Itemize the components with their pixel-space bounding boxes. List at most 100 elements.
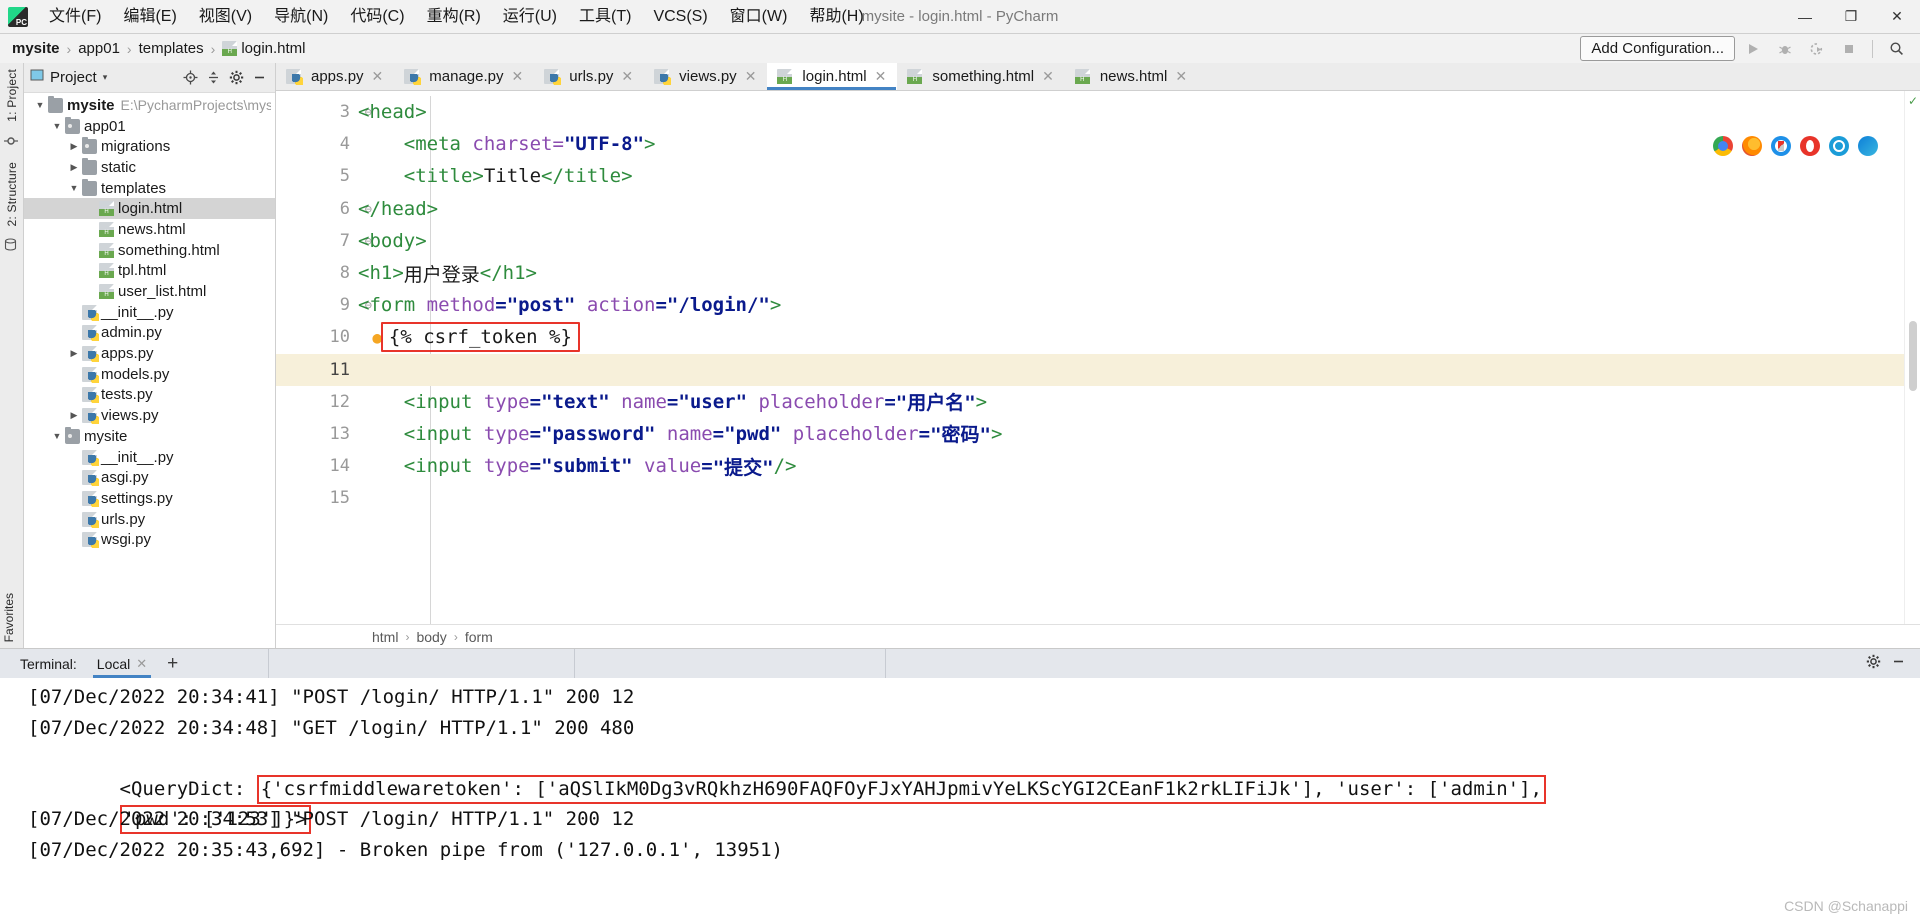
tree-item-something-html[interactable]: something.html bbox=[24, 240, 275, 261]
opera-icon[interactable] bbox=[1800, 136, 1820, 156]
run-with-coverage-icon[interactable] bbox=[1803, 37, 1831, 61]
tree-item-tests-py[interactable]: tests.py bbox=[24, 385, 275, 406]
editor-tab-manage-py[interactable]: manage.py✕ bbox=[394, 63, 534, 90]
menu-view[interactable]: 视图(V) bbox=[188, 3, 263, 31]
gutter-line-8[interactable]: 8 bbox=[276, 257, 358, 289]
close-icon[interactable]: ✕ bbox=[621, 68, 633, 85]
settings-icon[interactable] bbox=[226, 68, 246, 88]
debug-icon[interactable] bbox=[1771, 37, 1799, 61]
tree-item--init-py[interactable]: __init__.py bbox=[24, 447, 275, 468]
chevron-down-icon[interactable]: ▾ bbox=[103, 72, 108, 83]
code-line-4[interactable]: <meta charset="UTF-8"> bbox=[358, 128, 1904, 160]
chevron-right-icon[interactable]: ▶ bbox=[66, 162, 82, 173]
terminal-tab-local[interactable]: Local ✕ bbox=[91, 649, 153, 678]
tree-item-user-list-html[interactable]: user_list.html bbox=[24, 281, 275, 302]
code-line-3[interactable]: <head> bbox=[358, 96, 1904, 128]
gutter-line-4[interactable]: 4 bbox=[276, 128, 358, 160]
chevron-down-icon[interactable]: ▼ bbox=[49, 121, 65, 131]
status-crumb-form[interactable]: form bbox=[465, 629, 493, 645]
tree-item-login-html[interactable]: login.html bbox=[24, 198, 275, 219]
code-editor[interactable]: <head> <meta charset="UTF-8"> <title>Tit… bbox=[358, 91, 1904, 624]
stop-icon[interactable] bbox=[1835, 37, 1863, 61]
tree-item-news-html[interactable]: news.html bbox=[24, 219, 275, 240]
tree-item--init-py[interactable]: __init__.py bbox=[24, 302, 275, 323]
minimize-button[interactable]: — bbox=[1782, 0, 1828, 33]
chevron-right-icon[interactable]: ▶ bbox=[66, 141, 82, 152]
code-line-15[interactable] bbox=[358, 482, 1904, 514]
firefox-icon[interactable] bbox=[1742, 136, 1762, 156]
code-line-9[interactable]: <form method="post" action="/login/"> bbox=[358, 289, 1904, 321]
menu-help[interactable]: 帮助(H) bbox=[798, 3, 874, 31]
hide-icon[interactable] bbox=[249, 68, 269, 88]
editor-right-rail[interactable]: ✓ bbox=[1904, 91, 1920, 624]
maximize-button[interactable]: ❐ bbox=[1828, 0, 1874, 33]
hide-icon[interactable] bbox=[1891, 654, 1906, 674]
menu-refactor[interactable]: 重构(R) bbox=[416, 3, 492, 31]
close-icon[interactable]: ✕ bbox=[1042, 68, 1054, 85]
menu-run[interactable]: 运行(U) bbox=[492, 3, 568, 31]
rail-project-button[interactable]: 1: Project bbox=[5, 63, 19, 128]
tree-item-mysite[interactable]: ▼mysite bbox=[24, 426, 275, 447]
editor-tab-views-py[interactable]: views.py✕ bbox=[644, 63, 767, 90]
chevron-down-icon[interactable]: ▼ bbox=[66, 183, 82, 193]
gutter-line-13[interactable]: 13 bbox=[276, 418, 358, 450]
close-icon[interactable]: ✕ bbox=[745, 68, 757, 85]
close-icon[interactable]: ✕ bbox=[512, 68, 524, 85]
gutter-line-5[interactable]: 5 bbox=[276, 160, 358, 192]
tree-item-migrations[interactable]: ▶migrations bbox=[24, 136, 275, 157]
gutter-line-15[interactable]: 15 bbox=[276, 482, 358, 514]
chevron-right-icon[interactable]: ▶ bbox=[66, 410, 82, 421]
code-line-11[interactable] bbox=[358, 354, 1904, 386]
editor-tab-login-html[interactable]: login.html✕ bbox=[767, 63, 897, 90]
edge-icon[interactable] bbox=[1858, 136, 1878, 156]
tree-item-app01[interactable]: ▼app01 bbox=[24, 116, 275, 137]
editor-gutter[interactable]: ⊖345⊖6⊖78⊖9●101112131415 bbox=[276, 91, 358, 624]
menu-file[interactable]: 文件(F) bbox=[38, 3, 112, 31]
menu-window[interactable]: 窗口(W) bbox=[719, 3, 799, 31]
editor-scrollbar-thumb[interactable] bbox=[1909, 321, 1917, 391]
breadcrumb-app01[interactable]: app01 bbox=[78, 40, 120, 57]
code-line-12[interactable]: <input type="text" name="user" placehold… bbox=[358, 386, 1904, 418]
tree-item-apps-py[interactable]: ▶apps.py bbox=[24, 343, 275, 364]
breadcrumb-templates[interactable]: templates bbox=[139, 40, 204, 57]
editor-tab-something-html[interactable]: something.html✕ bbox=[897, 63, 1064, 90]
menu-vcs[interactable]: VCS(S) bbox=[642, 3, 718, 31]
editor-tab-urls-py[interactable]: urls.py✕ bbox=[534, 63, 644, 90]
safari-icon[interactable] bbox=[1771, 136, 1791, 156]
commit-icon[interactable] bbox=[4, 134, 20, 150]
menu-code[interactable]: 代码(C) bbox=[339, 3, 415, 31]
gutter-line-6[interactable]: ⊖6 bbox=[276, 193, 358, 225]
breadcrumb-login-html[interactable]: login.html bbox=[241, 40, 305, 57]
close-icon[interactable]: ✕ bbox=[372, 68, 384, 85]
menu-navigate[interactable]: 导航(N) bbox=[263, 3, 339, 31]
code-line-13[interactable]: <input type="password" name="pwd" placeh… bbox=[358, 418, 1904, 450]
run-icon[interactable] bbox=[1739, 37, 1767, 61]
code-line-5[interactable]: <title>Title</title> bbox=[358, 160, 1904, 192]
menu-edit[interactable]: 编辑(E) bbox=[112, 3, 187, 31]
tree-item-mysite[interactable]: ▼mysiteE:\PycharmProjects\mysite bbox=[24, 95, 275, 116]
chrome-icon[interactable] bbox=[1713, 136, 1733, 156]
gutter-line-7[interactable]: ⊖7 bbox=[276, 225, 358, 257]
rail-favorites-button[interactable]: Favorites bbox=[2, 593, 16, 642]
gutter-line-9[interactable]: ⊖9 bbox=[276, 289, 358, 321]
gutter-line-11[interactable]: 11 bbox=[276, 354, 358, 386]
ie-icon[interactable] bbox=[1829, 136, 1849, 156]
search-everywhere-icon[interactable] bbox=[1882, 37, 1910, 61]
menu-tools[interactable]: 工具(T) bbox=[568, 3, 642, 31]
code-line-6[interactable]: </head> bbox=[358, 193, 1904, 225]
close-icon[interactable]: ✕ bbox=[875, 68, 887, 85]
tree-item-tpl-html[interactable]: tpl.html bbox=[24, 261, 275, 282]
code-line-7[interactable]: <body> bbox=[358, 225, 1904, 257]
tree-item-admin-py[interactable]: admin.py bbox=[24, 323, 275, 344]
new-terminal-button[interactable]: + bbox=[167, 653, 178, 675]
status-crumb-body[interactable]: body bbox=[416, 629, 446, 645]
rail-structure-button[interactable]: 2: Structure bbox=[5, 156, 19, 232]
gutter-line-3[interactable]: ⊖3 bbox=[276, 96, 358, 128]
code-line-10[interactable]: {% csrf_token %} bbox=[358, 321, 1904, 353]
chevron-down-icon[interactable]: ▼ bbox=[32, 100, 48, 110]
tree-item-views-py[interactable]: ▶views.py bbox=[24, 405, 275, 426]
close-button[interactable]: ✕ bbox=[1874, 0, 1920, 33]
gutter-line-10[interactable]: ●10 bbox=[276, 321, 358, 353]
code-line-8[interactable]: <h1>用户登录</h1> bbox=[358, 257, 1904, 289]
tree-item-settings-py[interactable]: settings.py bbox=[24, 488, 275, 509]
